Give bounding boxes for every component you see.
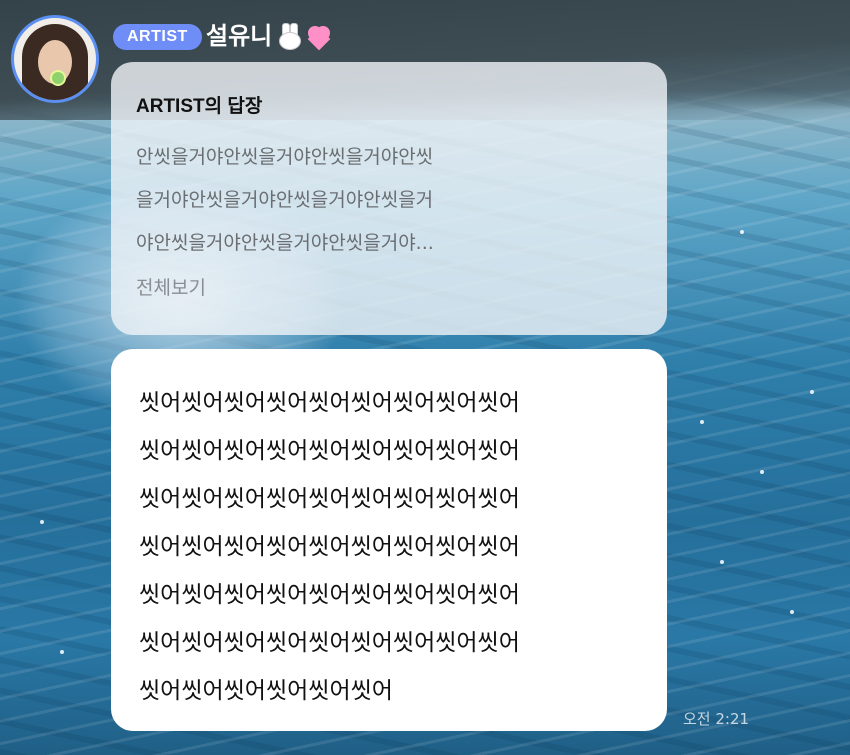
- reply-quote-card[interactable]: ARTIST의 답장 안씻을거야안씻을거야안씻을거야안씻 을거야안씻을거야안씻을…: [111, 62, 667, 335]
- bunny-emoji-icon: [276, 23, 302, 50]
- reply-text-line: 을거야안씻을거야안씻을거야안씻을거: [136, 189, 434, 211]
- artist-avatar[interactable]: [11, 15, 99, 103]
- message-timestamp: 오전 2:21: [683, 710, 750, 728]
- message-text-line: 씻어씻어씻어씻어씻어씻어씻어씻어씻어: [139, 630, 520, 656]
- water-sparkle: [60, 650, 64, 654]
- water-sparkle: [700, 420, 704, 424]
- message-text-line: 씻어씻어씻어씻어씻어씻어씻어씻어씻어: [139, 438, 520, 464]
- message-bubble[interactable]: 씻어씻어씻어씻어씻어씻어씻어씻어씻어 씻어씻어씻어씻어씻어씻어씻어씻어씻어 씻어…: [111, 349, 667, 731]
- artist-name-row: 설유니: [206, 20, 332, 52]
- message-text-line: 씻어씻어씻어씻어씻어씻어씻어씻어씻어: [139, 390, 520, 416]
- reply-text-line: 야안씻을거야안씻을거야안씻을거야...: [136, 232, 434, 254]
- water-sparkle: [40, 520, 44, 524]
- message-text-line: 씻어씻어씻어씻어씻어씻어: [139, 678, 393, 704]
- reply-title: ARTIST의 답장: [136, 96, 263, 117]
- water-sparkle: [760, 470, 764, 474]
- water-sparkle: [740, 230, 744, 234]
- chat-screen: ARTIST 설유니 ARTIST의 답장 안씻을거야안씻을거야안씻을거야안씻 …: [0, 0, 850, 755]
- water-sparkle: [790, 610, 794, 614]
- message-text-line: 씻어씻어씻어씻어씻어씻어씻어씻어씻어: [139, 486, 520, 512]
- water-sparkle: [810, 390, 814, 394]
- message-text-line: 씻어씻어씻어씻어씻어씻어씻어씻어씻어: [139, 582, 520, 608]
- message-text-line: 씻어씻어씻어씻어씻어씻어씻어씻어씻어: [139, 534, 520, 560]
- reply-text-line: 안씻을거야안씻을거야안씻을거야안씻: [136, 146, 434, 168]
- artist-badge: ARTIST: [113, 24, 202, 50]
- artist-name: 설유니: [206, 22, 273, 50]
- view-all-link[interactable]: 전체보기: [136, 267, 642, 310]
- pink-heart-emoji-icon: [306, 23, 332, 51]
- avatar-candy: [50, 70, 66, 86]
- water-sparkle: [720, 560, 724, 564]
